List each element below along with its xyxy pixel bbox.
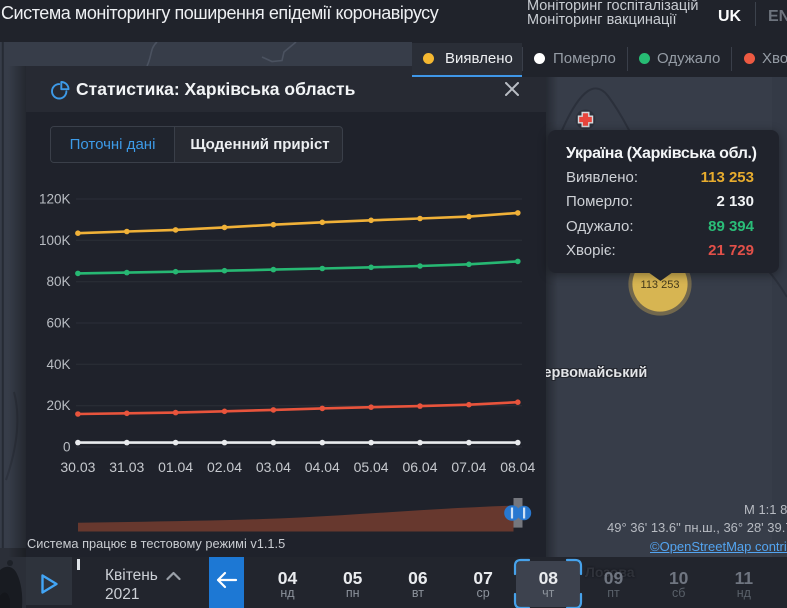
svg-text:20K: 20K bbox=[46, 398, 70, 413]
svg-text:07.04: 07.04 bbox=[451, 459, 486, 475]
svg-text:05.04: 05.04 bbox=[354, 459, 389, 475]
svg-text:02.04: 02.04 bbox=[207, 459, 242, 475]
svg-text:80K: 80K bbox=[46, 274, 70, 289]
svg-text:06.04: 06.04 bbox=[402, 459, 437, 475]
svg-text:120K: 120K bbox=[39, 192, 71, 207]
svg-text:08.04: 08.04 bbox=[500, 459, 535, 475]
svg-text:31.03: 31.03 bbox=[109, 459, 144, 475]
svg-text:0: 0 bbox=[63, 440, 71, 455]
svg-text:03.04: 03.04 bbox=[256, 459, 291, 475]
svg-text:40K: 40K bbox=[46, 357, 70, 372]
svg-text:100K: 100K bbox=[39, 233, 71, 248]
svg-text:60K: 60K bbox=[46, 316, 70, 331]
svg-text:01.04: 01.04 bbox=[158, 459, 193, 475]
svg-text:113 253: 113 253 bbox=[641, 279, 680, 291]
svg-text:30.03: 30.03 bbox=[60, 459, 95, 475]
svg-text:04.04: 04.04 bbox=[305, 459, 340, 475]
